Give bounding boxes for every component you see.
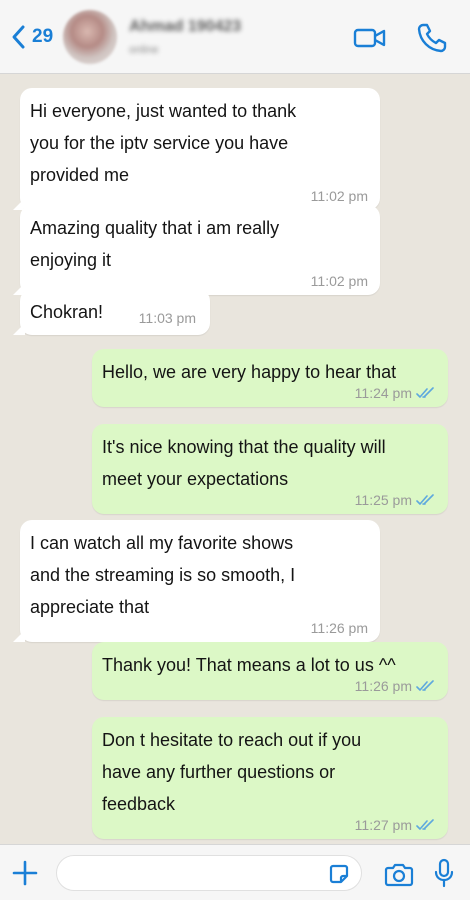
message-text-line: I can watch all my favorite shows [30,533,294,553]
message-text-line: meet your expectations [102,469,289,489]
message-bubble[interactable]: It's nice knowing that the quality will m… [92,424,448,514]
composer-bar [0,844,470,900]
contact-name: Ahmad 190423 [129,17,242,35]
message-text-line: Chokran! [30,302,104,322]
message-bubble[interactable]: Don t hesitate to reach out if you have a… [92,717,448,839]
message-text-line: Hi everyone, just wanted to thank [30,101,297,121]
message-text-line: appreciate that [30,597,150,617]
message-text-line: It's nice knowing that the quality will [102,437,386,457]
message-time: 11:02 pm [310,273,368,289]
phone-icon[interactable] [414,20,450,56]
message-meta: 11:26 pm [311,620,368,636]
message-time: 11:03 pm [138,310,196,326]
message-bubble[interactable]: Chokran! 11:03 pm [13,289,210,335]
message-meta: 11:25 pm [355,492,436,508]
message-bubble[interactable]: Thank you! That means a lot to us ^^ 11:2… [92,642,448,700]
message-meta: 11:27 pm [355,817,436,833]
message-text-line: enjoying it [30,250,112,270]
contact-status: online [129,43,159,56]
message-text-line: have any further questions or [102,762,336,782]
message-time: 11:02 pm [310,188,368,204]
message-text-line: Hello, we are very happy to hear that [102,362,397,382]
double-check-icon [416,494,434,505]
message-time: 11:26 pm [354,678,412,694]
message-text-line: you for the iptv service you have [30,133,289,153]
message-meta: 11:03 pm [139,310,196,326]
sticker-icon[interactable] [327,862,351,886]
contact-info[interactable]: Ahmad 190423 online [129,18,241,56]
message-text-line: Amazing quality that i am really [30,218,280,238]
message-time: 11:24 pm [354,385,412,401]
double-check-icon [416,387,434,398]
camera-icon[interactable] [384,860,414,888]
message-text-line: Don t hesitate to reach out if you [102,730,362,750]
microphone-icon[interactable] [434,858,454,888]
message-time: 11:25 pm [354,492,412,508]
message-text-line: provided me [30,165,130,185]
unread-count: 29 [32,25,54,47]
message-text-line: and the streaming is so smooth, I [30,565,296,585]
back-button[interactable]: 29 [8,23,53,51]
message-text-line: feedback [102,794,176,814]
message-input[interactable] [56,855,362,891]
message-bubble[interactable]: Hi everyone, just wanted to thank you for… [13,88,380,210]
message-meta: 11:24 pm [355,385,436,401]
message-meta: 11:02 pm [311,188,368,204]
message-bubble[interactable]: Hello, we are very happy to hear that 11:… [92,349,448,407]
message-list[interactable]: Hi everyone, just wanted to thank you for… [0,74,470,844]
plus-icon[interactable] [10,858,40,888]
message-bubble[interactable]: I can watch all my favorite shows and the… [13,520,380,642]
message-bubble[interactable]: Amazing quality that i am really enjoying… [13,205,380,295]
video-camera-icon[interactable] [352,20,388,56]
message-time: 11:26 pm [310,620,368,636]
message-meta: 11:02 pm [311,273,368,289]
avatar[interactable] [63,9,118,64]
double-check-icon [416,680,434,691]
message-text-line: Thank you! That means a lot to us ^^ [102,655,396,675]
chevron-left-icon [12,25,25,48]
chat-header: 29 Ahmad 190423 online [0,0,470,74]
message-time: 11:27 pm [354,817,412,833]
double-check-icon [416,819,434,830]
message-meta: 11:26 pm [355,678,436,694]
